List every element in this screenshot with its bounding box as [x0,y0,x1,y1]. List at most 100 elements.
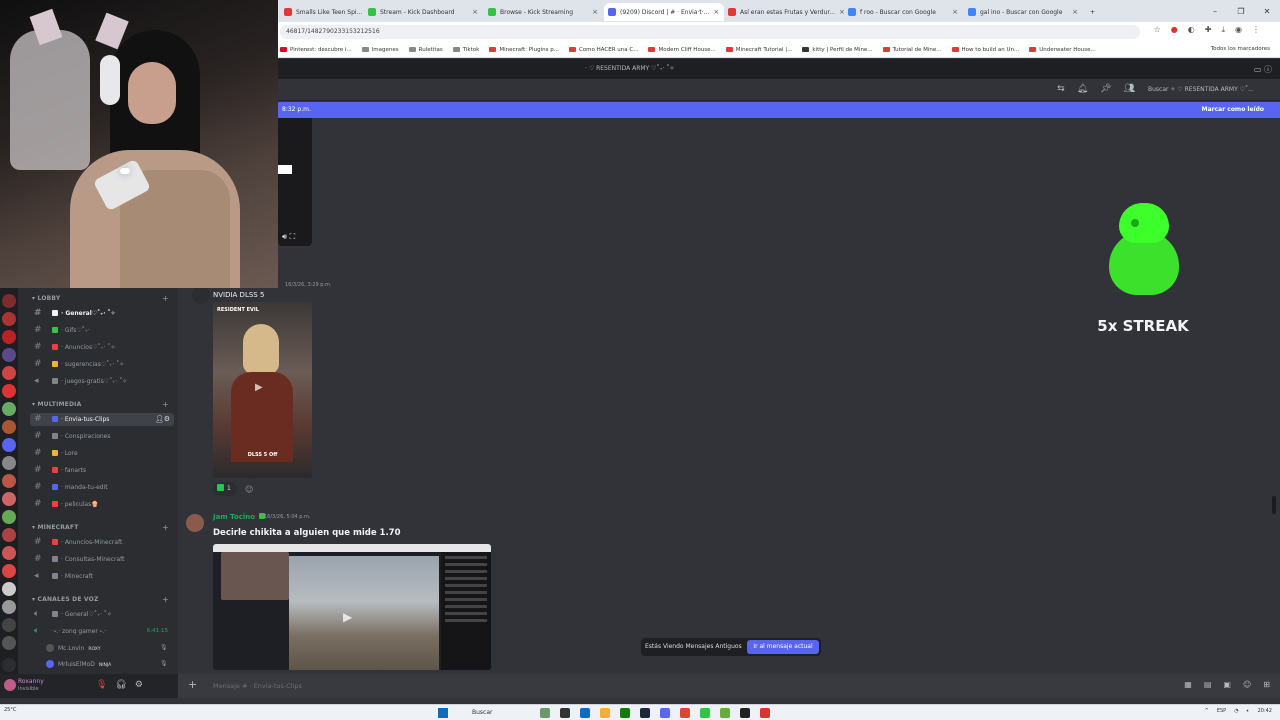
emoji-icon[interactable]: ☺ [1243,680,1251,689]
category-multimedia[interactable]: ▾ MULTIMEDIA + [32,400,169,409]
close-icon[interactable]: × [1068,8,1078,16]
bookmark[interactable]: Como HACER una C... [568,47,638,53]
wifi-icon[interactable]: ◔ [1234,708,1238,714]
server-icon[interactable] [2,528,16,542]
settings-gear-icon[interactable]: ⚙ [135,680,143,690]
clock[interactable]: 20:42 [1258,708,1272,714]
server-icon[interactable] [2,546,16,560]
server-icon[interactable] [2,618,16,632]
server-icon[interactable] [2,348,16,362]
add-channel-icon[interactable]: + [162,400,169,409]
server-icon[interactable] [2,294,16,308]
folder-icon[interactable] [600,708,610,718]
pin-icon[interactable]: 📌︎ [1100,84,1111,94]
server-icon[interactable] [2,456,16,470]
headphones-button[interactable]: 🎧︎ [115,680,126,690]
puzzle-icon[interactable]: ✚ [1205,25,1212,35]
server-icon[interactable] [2,384,16,398]
browser-tab-active[interactable]: (9209) Discord | # · Envia·t·... × [604,3,724,21]
server-icon[interactable] [2,438,16,452]
message-author[interactable]: Jam Tocino [213,513,269,521]
opera-icon[interactable]: ● [1171,25,1178,35]
maximize-button[interactable]: ❐ [1228,7,1254,16]
channel-fanarts[interactable]: # · fanarts [30,464,174,477]
xbox-icon[interactable] [620,708,630,718]
avatar[interactable] [186,514,204,532]
close-icon[interactable]: × [468,8,478,16]
channel-minecraft[interactable]: ◂ · Minecraft [30,570,174,583]
video-attachment[interactable]: RESIDENT EVIL ▶ DLSS 5 Off [213,302,312,478]
close-icon[interactable]: × [948,8,958,16]
mute-mic-button[interactable]: 🎙︎ [96,680,107,690]
bookmark[interactable]: Underwater House... [1029,47,1096,53]
server-icon[interactable] [2,402,16,416]
close-icon[interactable]: × [709,8,719,16]
channel-juegos-gratis[interactable]: ◂ · juegos-gratis♡˚₊‧ ˚✧ [30,375,174,388]
apps-icon[interactable]: ⊞ [1263,680,1270,689]
server-icon[interactable] [2,312,16,326]
avatar[interactable] [4,679,16,691]
message-input[interactable]: Mensaje # · Envia-tus-Clips [213,682,302,690]
weather-widget[interactable]: 25°C [4,707,16,713]
star-icon[interactable]: ☆ [1154,25,1161,35]
gift-icon[interactable]: ▦ [1184,680,1192,689]
username[interactable]: Roxanny [18,678,44,685]
threads-icon[interactable]: ⇆ [1057,84,1065,94]
add-reaction-icon[interactable]: ☺ [245,485,253,494]
app-icon[interactable] [540,708,550,718]
menu-icon[interactable]: ⋮ [1252,25,1260,35]
attach-plus-icon[interactable]: + [188,678,197,691]
mark-read-button[interactable]: Marcar como leído [1202,106,1264,113]
taskbar-search[interactable]: Buscar [458,708,528,718]
gif-icon[interactable]: ▤ [1204,680,1212,689]
voice-channel-zonq-gamer[interactable]: 🔈︎ ·˖․‧ zonq gamer ˖․‧ 6:41:15 [30,625,174,638]
channel-lore[interactable]: # · Lore [30,447,174,460]
extension-icon[interactable]: ◐ [1188,25,1195,35]
video-controls[interactable]: 🔊︎ ⛶ [282,232,295,242]
browser-tab[interactable]: Smalls Like Teen Spi...× [280,3,364,21]
channel-general[interactable]: # · General♡˚₊‧ ˚✧ [30,307,174,320]
channel-envia-tus-clips[interactable]: # · Envia-tus-Clips 👤︎⚙ [30,413,174,426]
browser-tab[interactable]: Browse - Kick Streaming × [484,3,604,21]
volume-icon[interactable]: 🔈︎ [1247,708,1250,714]
chrome-icon[interactable] [680,708,690,718]
server-icon[interactable] [2,510,16,524]
channel-consultas-minecraft[interactable]: # · Consultas-Minecraft [30,553,174,566]
app-icon[interactable] [560,708,570,718]
category-voice[interactable]: ▾ CANALES DE VOZ + [32,595,169,604]
inbox-icon[interactable]: ▭ ⓘ [1254,64,1272,75]
server-icon[interactable] [2,366,16,380]
reaction-chip[interactable]: 1 [213,482,237,496]
download-apps-icon[interactable] [2,658,16,672]
edge-icon[interactable] [580,708,590,718]
search-input[interactable]: Buscar ✧ ♡ RESENTIDA ARMY ♡˚... [1144,83,1274,97]
jump-to-present-button[interactable]: Ir al mensaje actual [747,640,819,654]
voice-user[interactable]: Mc.Lovin ROXY 🎙︎ [46,644,168,652]
bookmark[interactable]: Pinterest: descubre i... [280,47,352,53]
add-channel-icon[interactable]: + [162,294,169,303]
bookmark[interactable]: Tutorial de Mine... [882,47,942,53]
notification-bell-icon[interactable]: 🔔︎ [1077,84,1088,94]
play-icon[interactable]: ▶ [255,382,263,393]
bookmark[interactable]: kitty | Perfil de Mine... [802,47,873,53]
channel-settings-icon[interactable]: 👤︎⚙ [155,413,170,426]
bookmark[interactable]: Minecraft: Plugins p... [489,47,559,53]
server-icon[interactable] [2,600,16,614]
avatar[interactable] [192,286,210,304]
discord-icon[interactable] [660,708,670,718]
channel-manda-tu-edit[interactable]: # · manda-tu-edit [30,481,174,494]
scrollbar-thumb[interactable] [1272,496,1276,514]
chevron-up-icon[interactable]: ^ [1205,708,1209,714]
bookmark[interactable]: How to build an Un... [951,47,1019,53]
server-icon[interactable] [2,492,16,506]
server-icon[interactable] [2,474,16,488]
server-icon[interactable] [2,582,16,596]
bookmark[interactable]: Minecraft Tutorial |... [725,47,792,53]
browser-tab[interactable]: f roo - Buscar con Google × [844,3,964,21]
language-indicator[interactable]: ESP [1217,708,1226,714]
channel-anuncios[interactable]: # · Anuncios♡˚₊‧ ˚✧ [30,341,174,354]
server-icon[interactable] [2,330,16,344]
browser-tab[interactable]: Así eran estas Frutas y Verdur... × [724,3,844,21]
profile-icon[interactable]: ◉ [1235,25,1242,35]
video-attachment[interactable]: ▶ [213,544,491,670]
